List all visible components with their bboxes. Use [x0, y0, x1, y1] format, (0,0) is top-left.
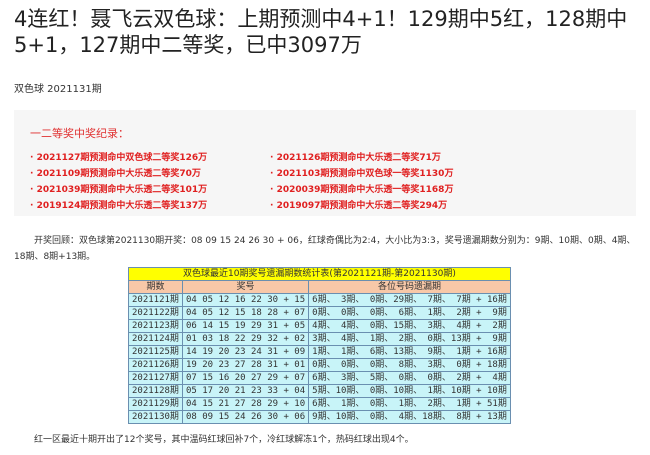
record-item: 2019124期预测命中大乐透二等奖137万 [30, 198, 208, 211]
issue-cell: 2021121期 [128, 293, 183, 307]
omission-cell: 9期、10期、 0期、 4期、18期、 8期 + 13期 [308, 410, 511, 424]
prize-records: 一二等奖中奖纪录： 2021127期预测命中双色球二等奖126万 2021126… [14, 110, 636, 216]
draw-review: 开奖回顾：双色球第2021130期开奖：08 09 15 24 26 30 + … [14, 236, 636, 262]
numbers-cell: 19 20 23 27 28 31 + 01 [181, 358, 310, 372]
issue-label: 双色球 2021131期 [14, 84, 102, 95]
table-row: 2021127期 07 15 16 20 27 29 + 07 6期、 3期、 5期… [128, 371, 511, 385]
table-caption: 双色球最近10期奖号遗漏期数统计表(第2021121期-第2021130期) [128, 267, 511, 281]
omission-cell: 4期、 4期、 0期、15期、 3期、 4期 + 2期 [308, 319, 511, 333]
numbers-cell: 04 05 12 16 22 30 + 15 [181, 293, 310, 307]
issue-cell: 2021128期 [128, 384, 183, 398]
numbers-cell: 05 17 20 21 23 33 + 04 [181, 384, 310, 398]
record-item: 2019097期预测命中大乐透二等奖294万 [270, 198, 448, 211]
table-row: 2021126期 19 20 23 27 28 31 + 01 0期、 0期、 0期… [128, 358, 511, 372]
omission-table: 双色球最近10期奖号遗漏期数统计表(第2021121期-第2021130期) 期… [128, 267, 511, 424]
numbers-cell: 04 05 12 15 18 28 + 07 [181, 306, 310, 320]
numbers-cell: 06 14 15 19 29 31 + 05 [181, 319, 310, 333]
omission-cell: 6期、 3期、 5期、 0期、 0期、 2期 + 4期 [308, 371, 511, 385]
table-row: 2021121期 04 05 12 16 22 30 + 15 6期、 3期、 0期… [128, 293, 511, 307]
record-item: 2021039期预测命中大乐透二等奖101万 [30, 182, 208, 195]
issue-cell: 2021130期 [128, 410, 183, 424]
numbers-cell: 04 15 21 27 28 29 + 10 [181, 397, 310, 411]
records-heading: 一二等奖中奖纪录： [30, 127, 129, 140]
issue-cell: 2021125期 [128, 345, 183, 359]
omission-cell: 3期、 4期、 1期、 2期、 0期、13期 + 9期 [308, 332, 511, 346]
table-row: 2021123期 06 14 15 19 29 31 + 05 4期、 4期、 0期… [128, 319, 511, 333]
header-issue: 期数 [128, 280, 183, 294]
issue-cell: 2021122期 [128, 306, 183, 320]
omission-cell: 0期、 0期、 0期、 8期、 3期、 0期 + 18期 [308, 358, 511, 372]
article-title: 4连红！聂飞云双色球：上期预测中4+1！129期中5红，128期中5+1，127… [14, 7, 628, 57]
numbers-cell: 01 03 18 22 29 32 + 02 [181, 332, 310, 346]
numbers-cell: 07 15 16 20 27 29 + 07 [181, 371, 310, 385]
table-row: 2021128期 05 17 20 21 23 33 + 04 5期、10期、 0期… [128, 384, 511, 398]
summary-text: 红一区最近十期开出了12个奖号，其中温码红球回补7个，冷红球解冻1个，热码红球出… [34, 435, 414, 445]
record-item: 2020039期预测命中大乐透一等奖1168万 [270, 182, 454, 195]
omission-cell: 6期、 1期、 0期、 1期、 2期、 1期 + 51期 [308, 397, 511, 411]
record-item: 2021103期预测命中双色球一等奖1130万 [270, 166, 454, 179]
omission-cell: 1期、 1期、 6期、13期、 9期、 1期 + 16期 [308, 345, 511, 359]
numbers-cell: 14 19 20 23 24 31 + 09 [181, 345, 310, 359]
numbers-cell: 08 09 15 24 26 30 + 06 [181, 410, 310, 424]
header-numbers: 奖号 [181, 280, 310, 294]
issue-cell: 2021123期 [128, 319, 183, 333]
record-item: 2021126期预测命中大乐透二等奖71万 [270, 150, 441, 163]
table-row: 2021125期 14 19 20 23 24 31 + 09 1期、 1期、 6期… [128, 345, 511, 359]
omission-cell: 5期、10期、 0期、10期、 1期、10期 + 10期 [308, 384, 511, 398]
table-row: 2021130期 08 09 15 24 26 30 + 06 9期、10期、 0期… [128, 410, 511, 424]
record-item: 2021109期预测命中大乐透二等奖70万 [30, 166, 201, 179]
table-row: 2021124期 01 03 18 22 29 32 + 02 3期、 4期、 1期… [128, 332, 511, 346]
table-row: 2021122期 04 05 12 15 18 28 + 07 0期、 0期、 0期… [128, 306, 511, 320]
issue-cell: 2021127期 [128, 371, 183, 385]
omission-cell: 0期、 0期、 0期、 6期、 1期、 2期 + 9期 [308, 306, 511, 320]
table-row: 2021129期 04 15 21 27 28 29 + 10 6期、 1期、 0期… [128, 397, 511, 411]
header-omission: 各位号码遗漏期 [308, 280, 511, 294]
omission-cell: 6期、 3期、 0期、29期、 7期、 7期 + 16期 [308, 293, 511, 307]
issue-cell: 2021126期 [128, 358, 183, 372]
issue-cell: 2021129期 [128, 397, 183, 411]
issue-cell: 2021124期 [128, 332, 183, 346]
record-item: 2021127期预测命中双色球二等奖126万 [30, 150, 208, 163]
